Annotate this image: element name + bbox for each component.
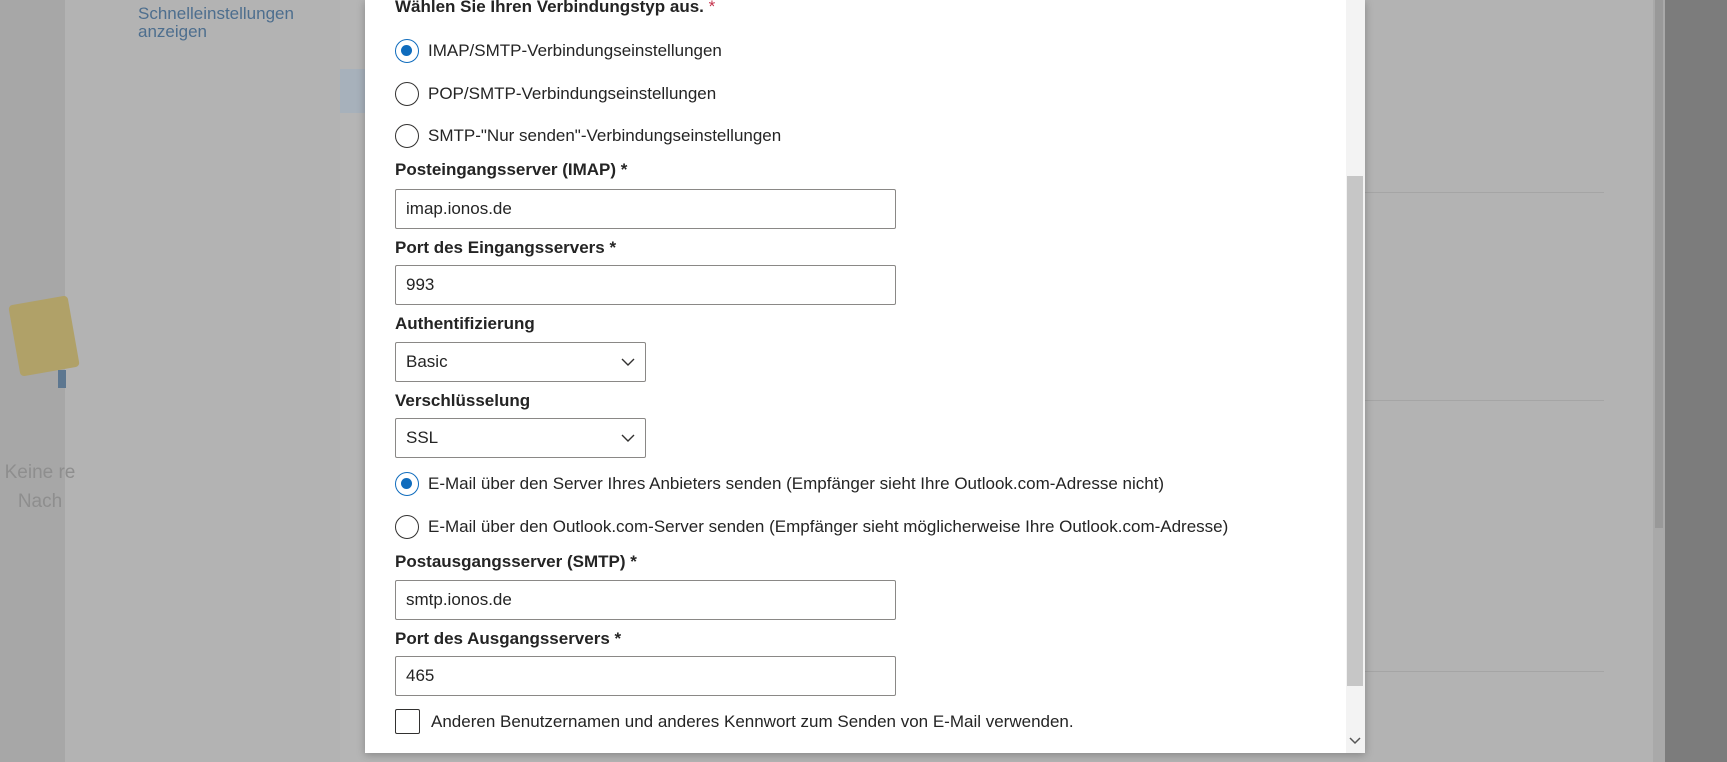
quick-settings-link: Schnelleinstellungen anzeigen bbox=[138, 4, 294, 41]
empty-state-line: Nach bbox=[17, 491, 63, 512]
dialog-scrollbar-thumb[interactable] bbox=[1347, 176, 1363, 686]
radio-smtp-send-only[interactable]: SMTP-"Nur senden"-Verbindungseinstellung… bbox=[395, 123, 781, 149]
authentication-dropdown[interactable]: Basic bbox=[395, 342, 646, 382]
encryption-value: SSL bbox=[406, 428, 439, 447]
incoming-port-input[interactable] bbox=[395, 265, 896, 305]
envelope-illustration-accent bbox=[58, 370, 66, 388]
required-marker: * bbox=[708, 0, 716, 16]
different-credentials-option[interactable]: Anderen Benutzernamen und anderes Kennwo… bbox=[395, 709, 1074, 734]
background-divider bbox=[1364, 671, 1604, 672]
different-credentials-checkbox[interactable] bbox=[395, 709, 420, 734]
outgoing-server-label: Postausgangsserver (SMTP) * bbox=[395, 552, 637, 571]
background-settings-nav bbox=[65, 0, 340, 762]
chevron-down-icon bbox=[621, 431, 635, 445]
outgoing-port-label: Port des Ausgangsservers * bbox=[395, 629, 622, 648]
background-right-edge bbox=[1665, 0, 1727, 762]
encryption-label: Verschlüsselung bbox=[395, 391, 531, 410]
authentication-label: Authentifizierung bbox=[395, 314, 535, 333]
background-divider bbox=[1364, 192, 1604, 193]
radio-button[interactable] bbox=[395, 515, 419, 539]
radio-button[interactable] bbox=[395, 472, 419, 496]
incoming-server-label: Posteingangsserver (IMAP) * bbox=[395, 160, 628, 179]
empty-state-line: Keine re bbox=[4, 462, 76, 483]
background-divider bbox=[1364, 400, 1604, 401]
radio-button[interactable] bbox=[395, 39, 419, 63]
encryption-dropdown[interactable]: SSL bbox=[395, 418, 646, 458]
authentication-value: Basic bbox=[406, 352, 448, 371]
background-app-edge bbox=[0, 0, 65, 762]
radio-label: IMAP/SMTP-Verbindungseinstellungen bbox=[428, 41, 722, 60]
radio-button[interactable] bbox=[395, 124, 419, 148]
chevron-down-icon bbox=[621, 355, 635, 369]
radio-imap-smtp[interactable]: IMAP/SMTP-Verbindungseinstellungen bbox=[395, 38, 722, 64]
incoming-port-label: Port des Eingangsservers * bbox=[395, 238, 617, 257]
connection-type-label-text: Wählen Sie Ihren Verbindungstyp aus. bbox=[395, 0, 704, 16]
outgoing-port-input[interactable] bbox=[395, 656, 896, 696]
radio-send-via-provider[interactable]: E-Mail über den Server Ihres Anbieters s… bbox=[395, 471, 1164, 497]
incoming-server-input[interactable] bbox=[395, 189, 896, 229]
connection-type-label: Wählen Sie Ihren Verbindungstyp aus. * bbox=[395, 0, 715, 17]
background-scrollbar-thumb bbox=[1655, 0, 1663, 528]
scroll-down-chevron-icon[interactable] bbox=[1347, 732, 1363, 750]
radio-button[interactable] bbox=[395, 82, 419, 106]
radio-label: E-Mail über den Outlook.com-Server sende… bbox=[428, 517, 1229, 536]
radio-label: SMTP-"Nur senden"-Verbindungseinstellung… bbox=[428, 126, 782, 145]
radio-send-via-outlook[interactable]: E-Mail über den Outlook.com-Server sende… bbox=[395, 514, 1228, 540]
radio-label: E-Mail über den Server Ihres Anbieters s… bbox=[428, 474, 1165, 493]
radio-label: POP/SMTP-Verbindungseinstellungen bbox=[428, 84, 717, 103]
empty-state-text: Keine re Nach bbox=[0, 458, 80, 516]
radio-pop-smtp[interactable]: POP/SMTP-Verbindungseinstellungen bbox=[395, 81, 716, 107]
different-credentials-label: Anderen Benutzernamen und anderes Kennwo… bbox=[431, 711, 1074, 731]
envelope-illustration-icon bbox=[8, 295, 80, 377]
outgoing-server-input[interactable] bbox=[395, 580, 896, 620]
